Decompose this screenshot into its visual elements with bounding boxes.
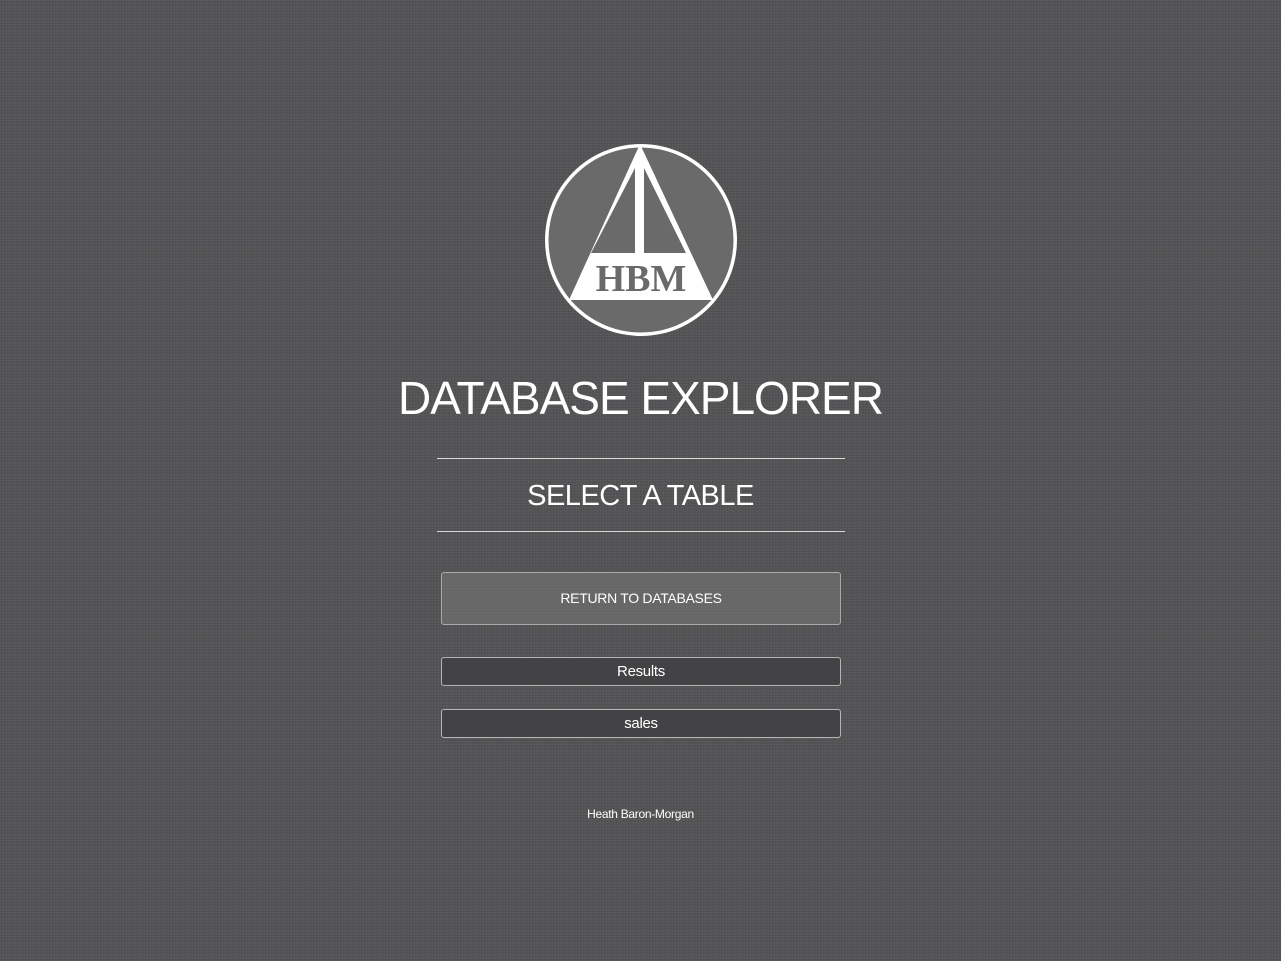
- return-to-databases-button[interactable]: RETURN TO DATABASES: [441, 572, 841, 625]
- app-title: DATABASE EXPLORER: [398, 372, 884, 424]
- footer-author: Heath Baron-Morgan: [587, 807, 694, 821]
- table-item-results[interactable]: Results: [441, 657, 841, 686]
- divider-bottom: [437, 531, 845, 532]
- logo-lettering: HBM: [596, 258, 687, 300]
- divider-top: [437, 458, 845, 459]
- hbm-logo: HBM: [543, 140, 739, 340]
- table-item-sales[interactable]: sales: [441, 709, 841, 738]
- table-list: Results sales: [441, 657, 841, 761]
- hbm-logo-emblem: HBM: [545, 144, 737, 336]
- section-title: SELECT A TABLE: [527, 480, 754, 512]
